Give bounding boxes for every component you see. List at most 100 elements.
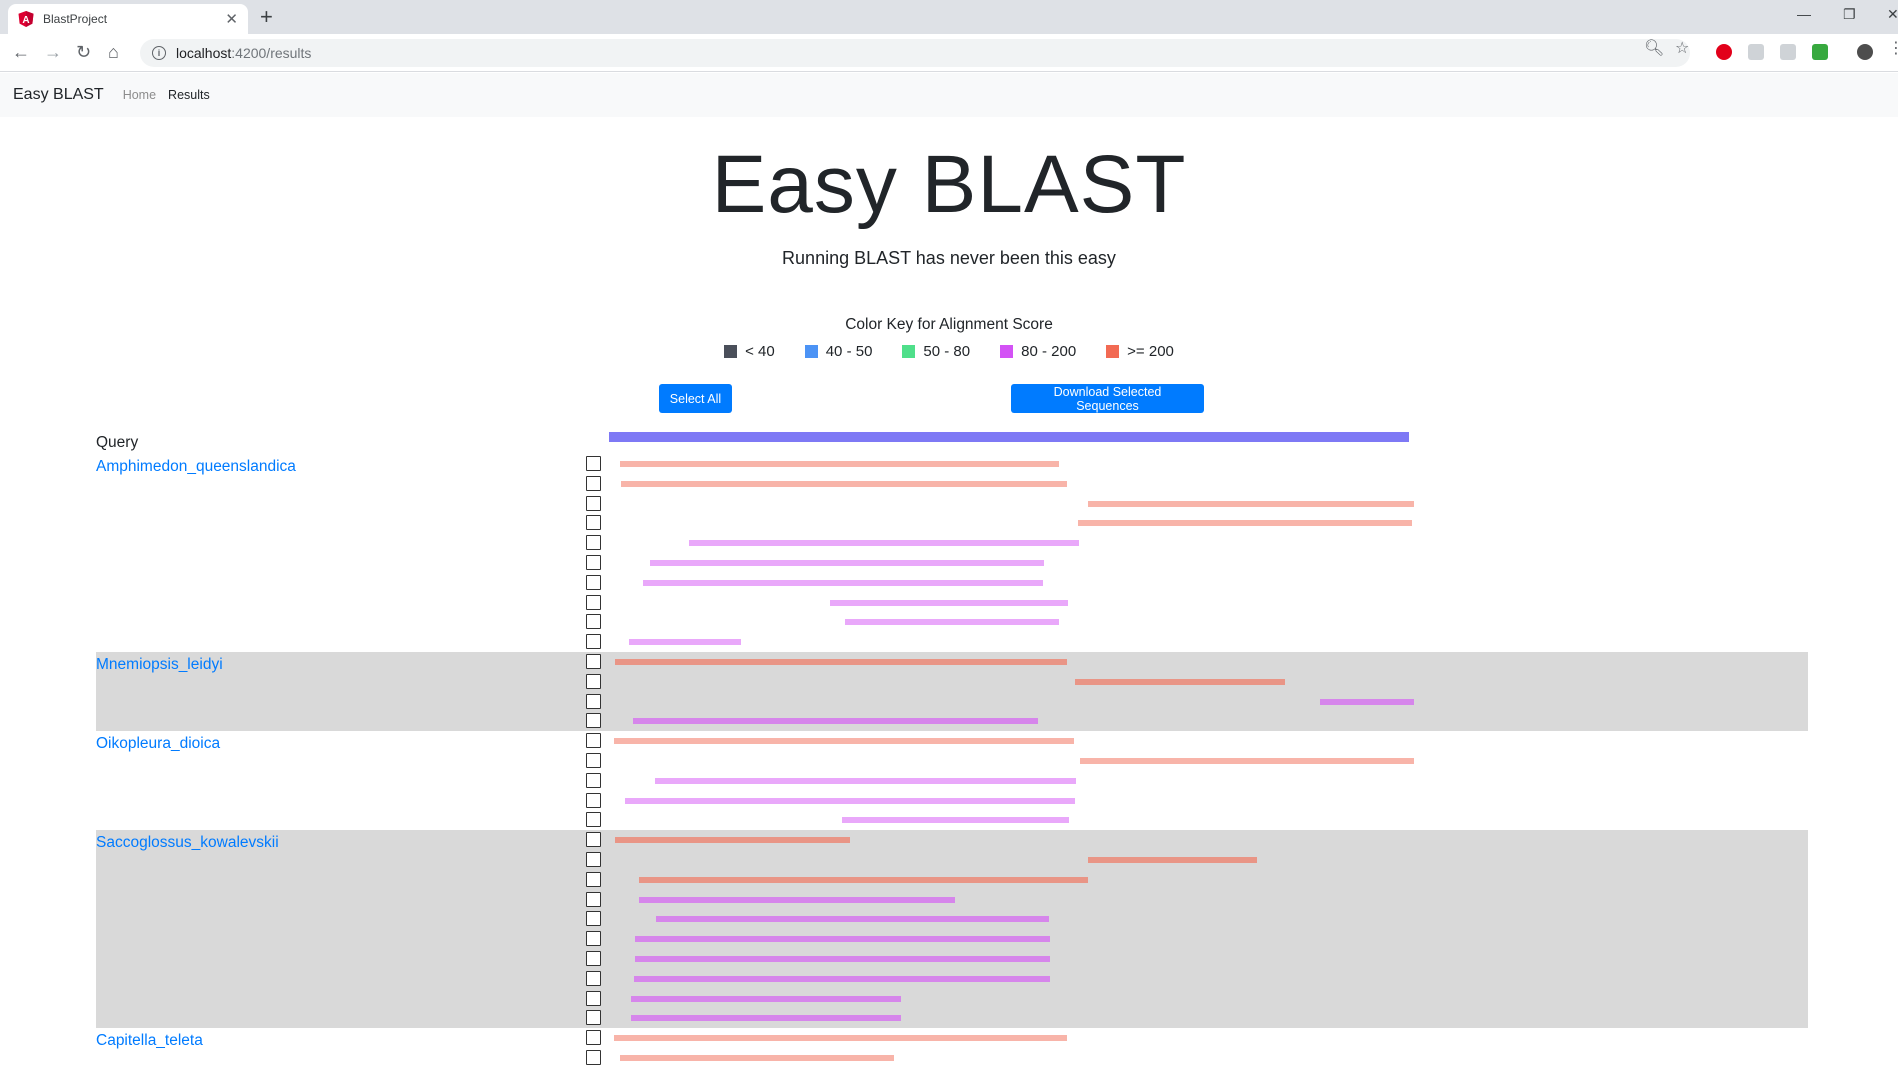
hit-row — [586, 573, 1836, 592]
hit-checkbox[interactable] — [586, 515, 601, 531]
alignment-bar — [634, 956, 1050, 962]
zoom-icon[interactable]: 🔍︎ — [1644, 38, 1664, 58]
hit-checkbox[interactable] — [586, 654, 601, 669]
hit-checkbox[interactable] — [586, 733, 601, 749]
hit-checkbox[interactable] — [586, 852, 601, 867]
hit-row — [586, 731, 1836, 750]
tab-title: BlastProject — [43, 12, 108, 26]
hit-checkbox[interactable] — [586, 634, 601, 650]
hit-checkbox[interactable] — [586, 594, 601, 610]
profile-avatar-icon[interactable] — [1857, 44, 1873, 60]
species-link[interactable]: Oikopleura_dioica — [96, 735, 220, 753]
species-link[interactable]: Amphimedon_queenslandica — [96, 458, 296, 476]
document-extension-icon[interactable] — [1748, 44, 1764, 60]
hit-checkbox[interactable] — [586, 574, 601, 590]
url-path: :4200/results — [231, 45, 312, 61]
nav-link-results[interactable]: Results — [168, 88, 210, 102]
minimize-icon[interactable]: — — [1797, 6, 1811, 22]
query-bar — [609, 432, 1409, 442]
hit-checkbox[interactable] — [586, 1010, 601, 1026]
hit-checkbox[interactable] — [586, 911, 601, 927]
menu-kebab-icon[interactable]: ⋮ — [1888, 38, 1898, 58]
hit-row — [586, 513, 1836, 532]
browser-toolbar: ← → ↻ ⌂ i localhost:4200/results 🔍︎ ☆ ⋮ — [0, 34, 1898, 72]
query-label: Query — [96, 434, 139, 451]
bookmark-star-icon[interactable]: ☆ — [1675, 38, 1689, 58]
navbar-brand[interactable]: Easy BLAST — [13, 86, 104, 104]
legend-item: 50 - 80 — [902, 343, 970, 360]
hit-checkbox[interactable] — [586, 475, 601, 491]
reload-icon[interactable]: ↻ — [76, 42, 91, 62]
hit-checkbox[interactable] — [586, 812, 601, 828]
download-selected-button[interactable]: Download Selected Sequences — [1011, 384, 1204, 413]
hit-row — [586, 494, 1836, 513]
hit-row — [586, 1048, 1836, 1067]
alignment-bar — [631, 1015, 902, 1022]
hit-checkbox[interactable] — [586, 456, 601, 471]
hit-row — [586, 929, 1836, 948]
hit-checkbox[interactable] — [586, 614, 601, 630]
hit-checkbox[interactable] — [586, 693, 601, 709]
forward-icon[interactable]: → — [44, 42, 62, 62]
species-link[interactable]: Mnemiopsis_leidyi — [96, 656, 223, 674]
legend-label: 80 - 200 — [1021, 343, 1077, 360]
page-subtitle: Running BLAST has never been this easy — [782, 248, 1116, 268]
hit-row — [586, 711, 1836, 730]
hit-row — [586, 791, 1836, 810]
alignment-bar — [631, 995, 902, 1002]
alignment-bar — [1077, 520, 1413, 527]
address-bar[interactable]: i localhost:4200/results — [140, 39, 1690, 67]
hit-checkbox[interactable] — [586, 931, 601, 947]
legend-swatch — [1106, 345, 1120, 358]
hit-checkbox[interactable] — [586, 753, 601, 768]
legend-item: 80 - 200 — [1000, 343, 1076, 360]
hit-checkbox[interactable] — [586, 951, 601, 966]
hit-row — [586, 909, 1836, 928]
hit-checkbox[interactable] — [586, 970, 601, 986]
species-link[interactable]: Saccoglossus_kowalevskii — [96, 834, 279, 852]
page-title: Easy BLAST — [711, 139, 1187, 230]
hit-checkbox[interactable] — [586, 832, 601, 848]
alignment-bar — [841, 817, 1070, 824]
close-tab-icon[interactable]: ✕ — [225, 10, 238, 28]
hit-checkbox[interactable] — [586, 535, 601, 551]
nav-link-home[interactable]: Home — [123, 88, 156, 102]
hit-checkbox[interactable] — [586, 1030, 601, 1046]
puzzle-extension-icon[interactable] — [1780, 44, 1796, 60]
legend-label: 50 - 80 — [923, 343, 971, 360]
hit-row — [586, 771, 1836, 790]
browser-tab-strip: A BlastProject ✕ + — ❐ ✕ — [0, 0, 1898, 34]
close-window-icon[interactable]: ✕ — [1887, 6, 1898, 23]
hit-row — [586, 969, 1836, 988]
hit-checkbox[interactable] — [586, 495, 601, 511]
hit-checkbox[interactable] — [586, 871, 601, 887]
hit-checkbox[interactable] — [586, 555, 601, 570]
angular-logo-icon: A — [18, 11, 34, 27]
hit-row — [586, 593, 1836, 612]
hit-checkbox[interactable] — [586, 772, 601, 788]
opera-extension-icon[interactable] — [1716, 44, 1732, 60]
alignment-bar — [638, 876, 1088, 883]
back-icon[interactable]: ← — [12, 42, 30, 62]
legend-label: < 40 — [745, 343, 775, 360]
hit-row — [586, 612, 1836, 631]
hit-checkbox[interactable] — [586, 713, 601, 729]
hit-checkbox[interactable] — [586, 1050, 601, 1065]
restore-icon[interactable]: ❐ — [1843, 6, 1856, 23]
legend-item: 40 - 50 — [804, 343, 872, 360]
hit-checkbox[interactable] — [586, 990, 601, 1006]
browser-tab[interactable]: A BlastProject ✕ — [8, 4, 248, 34]
hit-row — [586, 474, 1836, 493]
hit-checkbox[interactable] — [586, 673, 601, 689]
hit-checkbox[interactable] — [586, 891, 601, 907]
hit-checkbox[interactable] — [586, 792, 601, 808]
alignment-bar — [649, 560, 1045, 566]
site-info-icon[interactable]: i — [152, 46, 166, 60]
color-key-title: Color Key for Alignment Score — [845, 316, 1053, 333]
select-all-button[interactable]: Select All — [659, 384, 732, 413]
cors-extension-icon[interactable] — [1812, 44, 1828, 60]
home-icon[interactable]: ⌂ — [108, 42, 119, 62]
new-tab-icon[interactable]: + — [260, 6, 273, 28]
hit-row — [586, 553, 1836, 572]
species-link[interactable]: Capitella_teleta — [96, 1032, 203, 1050]
